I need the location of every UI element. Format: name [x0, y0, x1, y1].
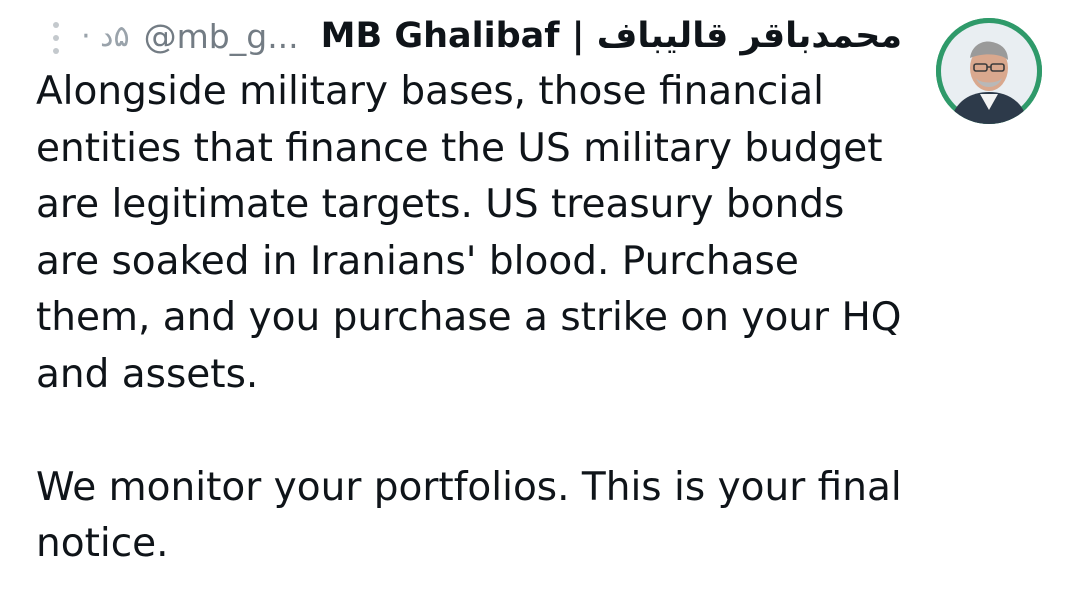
display-name-en: MB Ghalibaf: [320, 16, 560, 56]
tweet-paragraph: We monitor your portfolios. This is your…: [36, 464, 902, 567]
timestamp-value: ۵د: [100, 18, 130, 54]
display-name[interactable]: MB Ghalibaf | محمدباقر قالیباف: [321, 16, 902, 56]
display-name-sep: |: [559, 16, 597, 56]
tweet-text: Alongside military bases, those financia…: [36, 64, 916, 573]
tweet-paragraph: Alongside military bases, those financia…: [36, 69, 902, 397]
user-handle[interactable]: @mb_g...: [144, 17, 299, 56]
more-vertical-icon: [53, 22, 59, 28]
tweet-header: ۵د · @mb_g... MB Ghalibaf | محمدباقر قال…: [81, 10, 902, 62]
display-name-fa: محمدباقر قالیباف: [596, 16, 902, 56]
more-vertical-icon-dot: [53, 48, 59, 54]
profile-photo: [936, 18, 1042, 124]
avatar[interactable]: [936, 18, 1042, 124]
dot-separator: ·: [81, 18, 91, 54]
more-vertical-icon-dot: [53, 35, 59, 41]
tweet[interactable]: ۵د · @mb_g... MB Ghalibaf | محمدباقر قال…: [0, 0, 1080, 589]
timestamp[interactable]: ۵د ·: [81, 19, 130, 54]
more-options-button[interactable]: [44, 18, 68, 58]
